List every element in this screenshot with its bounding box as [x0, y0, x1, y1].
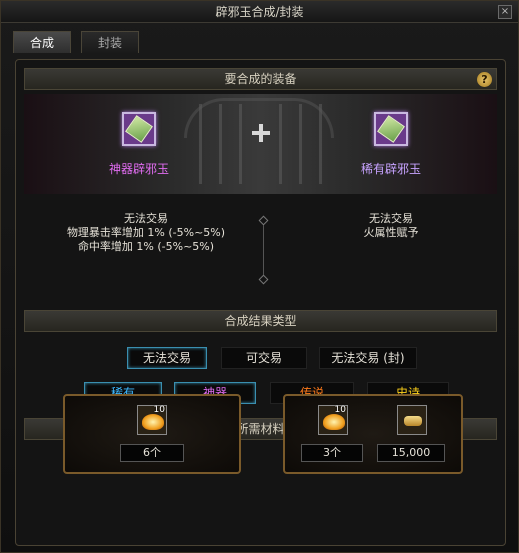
stats-divider [263, 220, 264, 280]
fire-icon [142, 414, 164, 430]
title-bar: 辟邪玉合成/封装 × [1, 1, 518, 23]
gate-bar [299, 104, 302, 184]
left-item-stat-2: 命中率增加 1% (-5%~5%) [77, 240, 215, 253]
gold-icon[interactable] [397, 405, 427, 435]
left-item-slot[interactable] [122, 112, 156, 146]
gate-bar [279, 104, 282, 184]
trade-option-untradeable[interactable]: 无法交易 [127, 347, 207, 369]
trade-option-tradeable[interactable]: 可交易 [221, 347, 307, 369]
close-icon[interactable]: × [498, 5, 512, 19]
trade-option-untradeable-sealed[interactable]: 无法交易 (封) [319, 347, 417, 369]
tab-synthesis[interactable]: 合成 [13, 31, 71, 53]
jade-icon [377, 115, 405, 143]
gate-bar [239, 104, 242, 184]
equip-display-area: 神器辟邪玉 稀有辟邪玉 [24, 94, 497, 194]
gate-bar [199, 104, 202, 184]
left-item-stats: 无法交易 物理暴击率增加 1% (-5%~5%) 命中率增加 1% (-5%~5… [46, 212, 246, 254]
stack-count: 10 [153, 405, 165, 415]
gold-coin-icon [404, 416, 422, 426]
tab-seal[interactable]: 封装 [81, 31, 139, 53]
equip-section-header: 要合成的装备 ? [24, 68, 497, 90]
gold-cost: 15,000 [377, 444, 445, 462]
right-item-stat-1: 火属性赋予 [363, 226, 419, 239]
stack-count: 10 [334, 405, 346, 415]
left-item-tradeable: 无法交易 [124, 212, 168, 225]
fire-icon [323, 414, 345, 430]
right-material-qty: 3个 [301, 444, 363, 462]
right-item-slot[interactable] [374, 112, 408, 146]
result-section-header: 合成结果类型 [24, 310, 497, 332]
right-item-tradeable: 无法交易 [369, 212, 413, 225]
materials-section-title: 所需材料 [236, 422, 285, 436]
flame-material-icon[interactable]: 10 [137, 405, 167, 435]
help-icon[interactable]: ? [477, 72, 492, 87]
gate-bar [219, 104, 222, 184]
flame-material-icon[interactable]: 10 [318, 405, 348, 435]
equip-section-title: 要合成的装备 [224, 72, 297, 86]
left-item-stat-1: 物理暴击率增加 1% (-5%~5%) [66, 226, 226, 239]
right-materials-box: 10 3个 15,000 [283, 394, 463, 474]
left-material-qty: 6个 [120, 444, 184, 462]
left-item-name: 神器辟邪玉 [108, 162, 169, 176]
window-title: 辟邪玉合成/封装 [215, 5, 304, 19]
result-section-title: 合成结果类型 [224, 314, 297, 328]
right-item-name: 稀有辟邪玉 [360, 162, 421, 176]
plus-icon [252, 124, 270, 142]
left-materials-box: 10 6个 [63, 394, 241, 474]
gate-bar [319, 104, 322, 184]
synthesis-window: 辟邪玉合成/封装 × 合成 封装 要合成的装备 ? 神器辟邪玉 稀有辟邪玉 无法… [0, 0, 519, 553]
right-item-stats: 无法交易 火属性赋予 [306, 212, 476, 240]
jade-icon [125, 115, 153, 143]
